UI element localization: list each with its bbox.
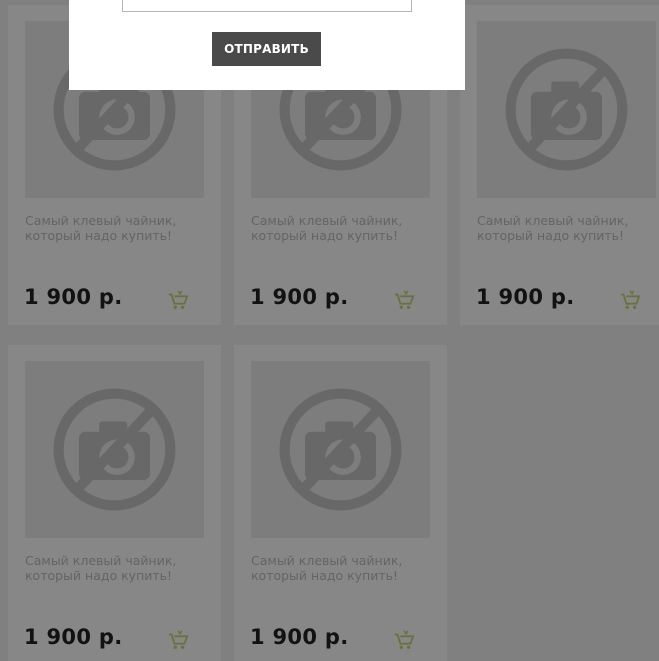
modal-form: ОТПРАВИТЬ [69, 0, 465, 90]
submit-button[interactable]: ОТПРАВИТЬ [212, 32, 321, 66]
modal-overlay[interactable] [0, 0, 659, 661]
form-text-input[interactable] [122, 0, 412, 12]
